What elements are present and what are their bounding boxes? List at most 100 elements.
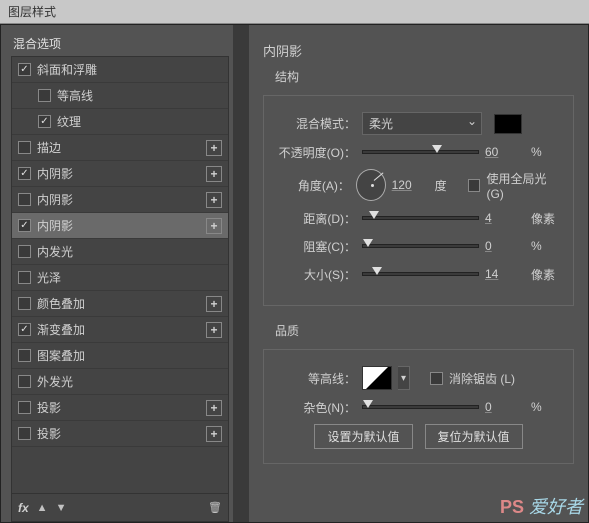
effect-checkbox[interactable] [18, 63, 31, 76]
add-effect-icon[interactable]: + [206, 400, 222, 416]
add-effect-icon[interactable]: + [206, 426, 222, 442]
blend-mode-select[interactable]: 柔光 [362, 112, 482, 135]
effect-item[interactable]: 内阴影 + [12, 213, 228, 239]
effect-item[interactable]: 投影 + [12, 395, 228, 421]
blending-options-label[interactable]: 混合选项 [11, 35, 229, 52]
effect-item[interactable]: 纹理 [12, 109, 228, 135]
effect-item[interactable]: 内发光 [12, 239, 228, 265]
noise-unit: % [531, 400, 561, 414]
distance-value[interactable]: 4 [485, 211, 525, 225]
effect-checkbox[interactable] [18, 141, 31, 154]
dialog-body: 混合选项 斜面和浮雕等高线纹理描边 + 内阴影 + 内阴影 + 内阴影 + 内发光光泽颜色叠加 +… [0, 24, 589, 523]
panel-title: 内阴影 [263, 41, 574, 60]
trash-icon[interactable]: 🗑 [208, 501, 222, 514]
size-unit: 像素 [531, 266, 561, 283]
effect-checkbox[interactable] [18, 245, 31, 258]
opacity-value[interactable]: 60 [485, 145, 525, 159]
angle-dial[interactable] [356, 169, 386, 201]
effect-checkbox[interactable] [18, 297, 31, 310]
effect-item[interactable]: 等高线 [12, 83, 228, 109]
effect-label: 等高线 [57, 87, 222, 104]
opacity-unit: % [531, 145, 561, 159]
effect-label: 内阴影 [37, 191, 200, 208]
add-effect-icon[interactable]: + [206, 218, 222, 234]
add-effect-icon[interactable]: + [206, 140, 222, 156]
arrow-up-icon[interactable]: ▲ [37, 502, 48, 514]
structure-title: 结构 [275, 68, 574, 85]
add-effect-icon[interactable]: + [206, 192, 222, 208]
choke-row: 阻塞(C)： 0 % [276, 235, 561, 257]
arrow-down-icon[interactable]: ▼ [56, 502, 67, 514]
opacity-slider[interactable] [362, 150, 479, 154]
color-swatch[interactable] [494, 114, 522, 134]
effect-label: 光泽 [37, 269, 222, 286]
effect-checkbox[interactable] [18, 349, 31, 362]
effect-label: 渐变叠加 [37, 321, 200, 338]
effect-label: 外发光 [37, 373, 222, 390]
noise-value[interactable]: 0 [485, 400, 525, 414]
reset-default-button[interactable]: 复位为默认值 [425, 424, 523, 449]
effect-checkbox[interactable] [18, 427, 31, 440]
contour-thumb[interactable] [362, 366, 392, 390]
effect-label: 颜色叠加 [37, 295, 200, 312]
global-light-checkbox[interactable] [468, 179, 480, 192]
structure-group: 混合模式： 柔光 不透明度(O)： 60 % 角度(A)： 120 度 使用全局… [263, 95, 574, 306]
scrollbar[interactable] [233, 25, 249, 522]
effect-list: 斜面和浮雕等高线纹理描边 + 内阴影 + 内阴影 + 内阴影 + 内发光光泽颜色叠加 + 渐变叠加 +… [11, 56, 229, 494]
button-row: 设置为默认值 复位为默认值 [276, 424, 561, 449]
effect-item[interactable]: 投影 + [12, 421, 228, 447]
effect-label: 内阴影 [37, 165, 200, 182]
effect-label: 内阴影 [37, 217, 200, 234]
effect-checkbox[interactable] [18, 401, 31, 414]
choke-label: 阻塞(C)： [276, 238, 356, 255]
global-light-label: 使用全局光 (G) [486, 170, 561, 201]
effect-checkbox[interactable] [18, 271, 31, 284]
choke-value[interactable]: 0 [485, 239, 525, 253]
quality-group: 等高线： ▾ 消除锯齿 (L) 杂色(N)： 0 % 设置为默认值 复位为默认值 [263, 349, 574, 464]
noise-slider[interactable] [362, 405, 479, 409]
effect-checkbox[interactable] [38, 89, 51, 102]
size-row: 大小(S)： 14 像素 [276, 263, 561, 285]
effect-label: 纹理 [57, 113, 222, 130]
choke-slider[interactable] [362, 244, 479, 248]
distance-slider[interactable] [362, 216, 479, 220]
distance-row: 距离(D)： 4 像素 [276, 207, 561, 229]
effect-label: 描边 [37, 139, 200, 156]
effect-checkbox[interactable] [18, 323, 31, 336]
settings-panel: 内阴影 结构 混合模式： 柔光 不透明度(O)： 60 % 角度(A)： 120… [249, 25, 588, 522]
effect-checkbox[interactable] [18, 193, 31, 206]
antialias-checkbox[interactable] [430, 372, 443, 385]
effect-item[interactable]: 内阴影 + [12, 161, 228, 187]
effect-item[interactable]: 外发光 [12, 369, 228, 395]
effect-item[interactable]: 光泽 [12, 265, 228, 291]
distance-unit: 像素 [531, 210, 561, 227]
add-effect-icon[interactable]: + [206, 166, 222, 182]
contour-row: 等高线： ▾ 消除锯齿 (L) [276, 366, 561, 390]
effect-checkbox[interactable] [38, 115, 51, 128]
add-effect-icon[interactable]: + [206, 296, 222, 312]
effect-item[interactable]: 颜色叠加 + [12, 291, 228, 317]
size-value[interactable]: 14 [485, 267, 525, 281]
make-default-button[interactable]: 设置为默认值 [314, 424, 412, 449]
fx-icon[interactable]: fx [18, 501, 29, 515]
effect-label: 投影 [37, 399, 200, 416]
noise-row: 杂色(N)： 0 % [276, 396, 561, 418]
size-slider[interactable] [362, 272, 479, 276]
effect-item[interactable]: 描边 + [12, 135, 228, 161]
effect-item[interactable]: 内阴影 + [12, 187, 228, 213]
contour-dropdown[interactable]: ▾ [398, 366, 410, 390]
add-effect-icon[interactable]: + [206, 322, 222, 338]
effect-item[interactable]: 图案叠加 [12, 343, 228, 369]
effect-item[interactable]: 斜面和浮雕 [12, 57, 228, 83]
effect-checkbox[interactable] [18, 167, 31, 180]
effect-checkbox[interactable] [18, 219, 31, 232]
angle-value[interactable]: 120 [392, 178, 429, 192]
effect-item[interactable]: 渐变叠加 + [12, 317, 228, 343]
effect-label: 投影 [37, 425, 200, 442]
size-label: 大小(S)： [276, 266, 356, 283]
effect-checkbox[interactable] [18, 375, 31, 388]
quality-title: 品质 [275, 322, 574, 339]
window-title: 图层样式 [8, 5, 56, 19]
opacity-label: 不透明度(O)： [276, 144, 356, 161]
opacity-row: 不透明度(O)： 60 % [276, 141, 561, 163]
